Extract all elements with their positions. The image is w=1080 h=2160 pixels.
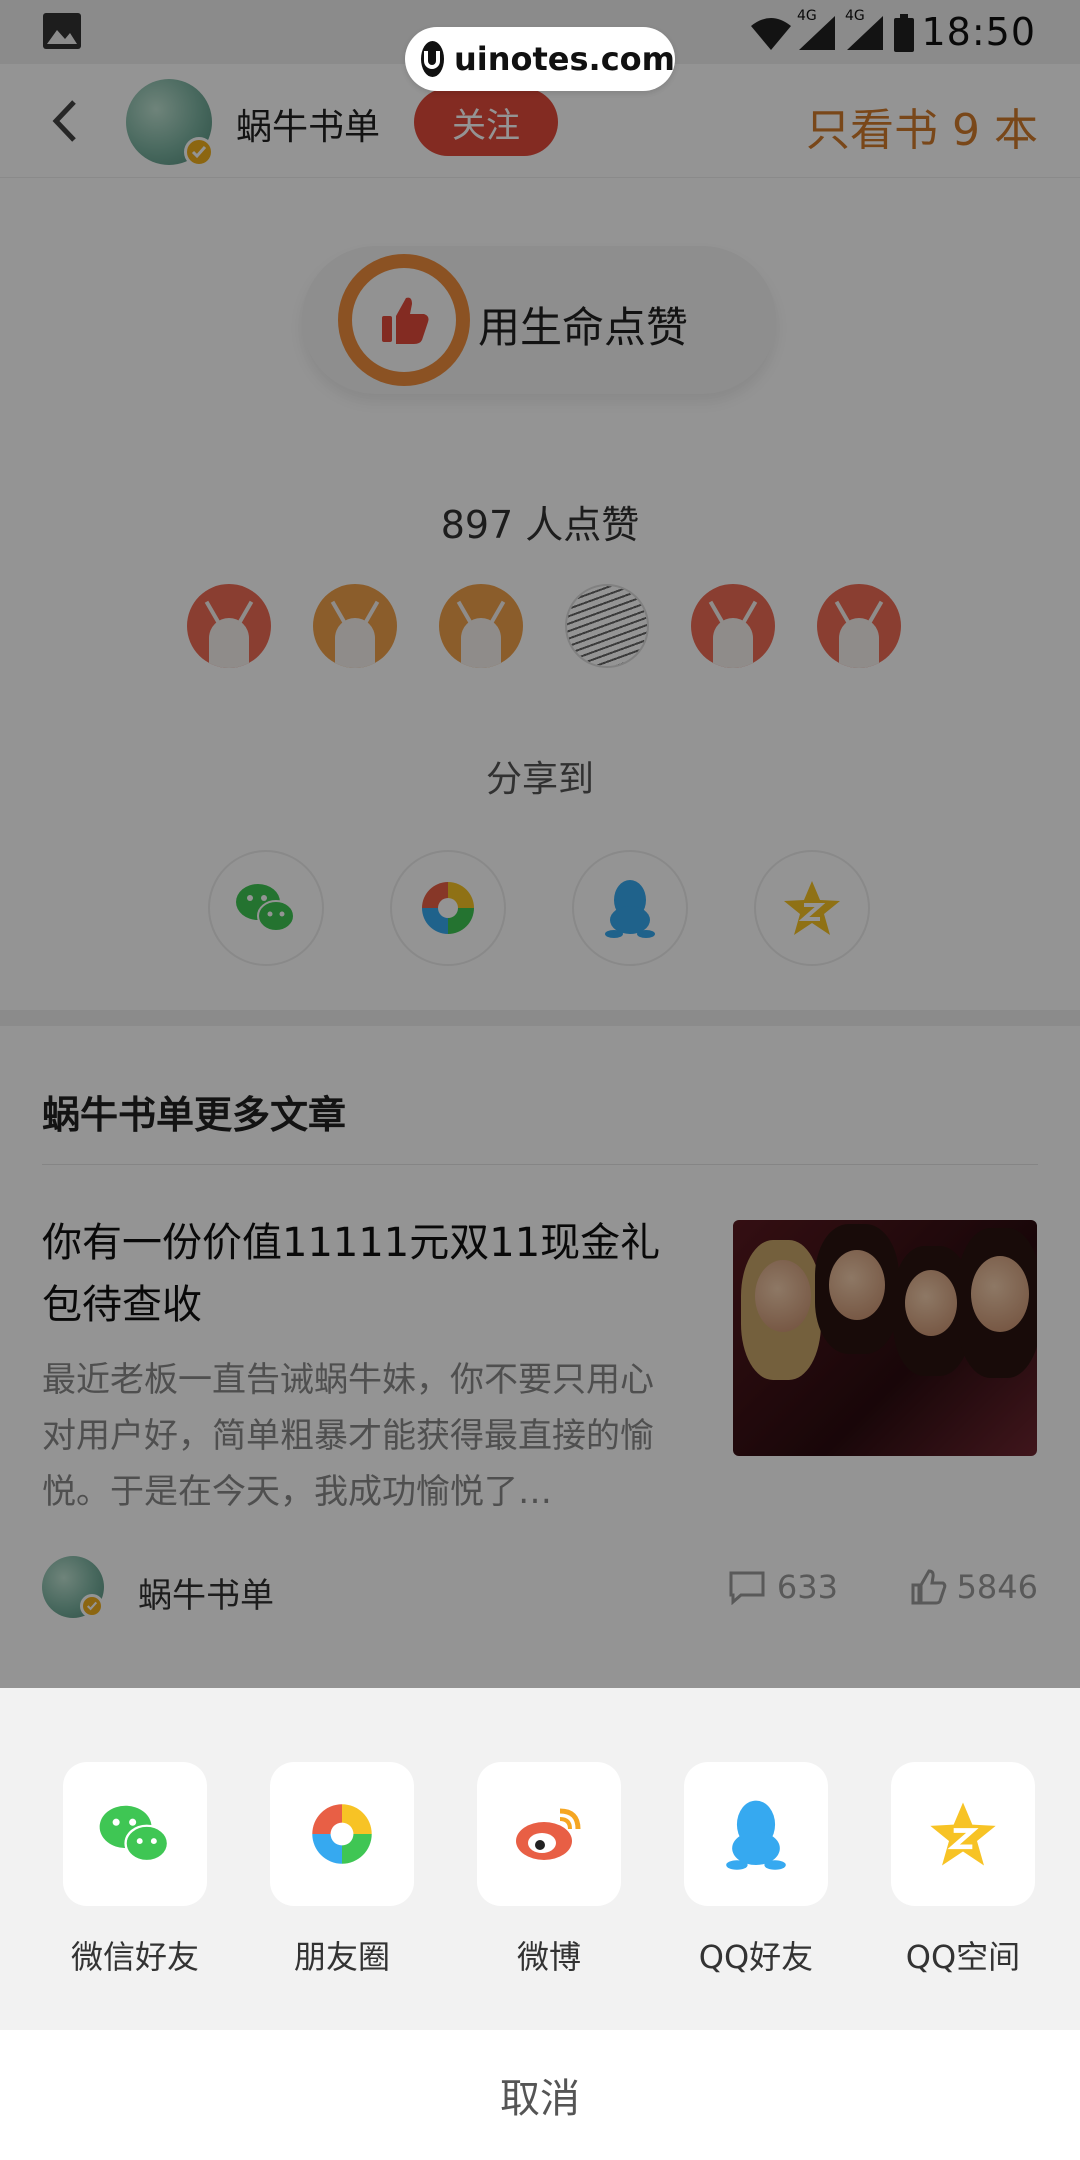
share-tile — [63, 1762, 207, 1906]
weibo-icon — [516, 1808, 581, 1860]
share-tile — [477, 1762, 621, 1906]
share-label: 微信好友 — [70, 1938, 199, 1976]
qzone-icon — [930, 1802, 996, 1866]
share-label: QQ空间 — [905, 1938, 1021, 1976]
share-label: 朋友圈 — [293, 1938, 390, 1976]
share-label: QQ好友 — [698, 1938, 814, 1976]
share-weibo[interactable]: 微博 — [477, 1762, 621, 1978]
share-qzone[interactable]: QQ空间 — [891, 1762, 1035, 1978]
qq-icon — [726, 1800, 786, 1870]
share-tile — [891, 1762, 1035, 1906]
share-moments[interactable]: 朋友圈 — [270, 1762, 414, 1978]
share-sheet: 微信好友 朋友圈 微博 QQ好友 QQ空间 取消 — [0, 1688, 1080, 2160]
share-tile — [684, 1762, 828, 1906]
share-wechat-friend[interactable]: 微信好友 — [63, 1762, 207, 1978]
share-qq-friend[interactable]: QQ好友 — [684, 1762, 828, 1978]
modal-overlay[interactable] — [0, 0, 1080, 1688]
cancel-button[interactable]: 取消 — [0, 2030, 1080, 2160]
moments-icon — [312, 1804, 372, 1864]
watermark-badge: uinotes.com — [405, 27, 675, 91]
watermark-text: uinotes.com — [453, 40, 675, 78]
wechat-icon — [99, 1805, 170, 1863]
share-tile — [270, 1762, 414, 1906]
share-label: 微博 — [516, 1938, 581, 1976]
uinotes-logo-icon — [421, 41, 444, 77]
